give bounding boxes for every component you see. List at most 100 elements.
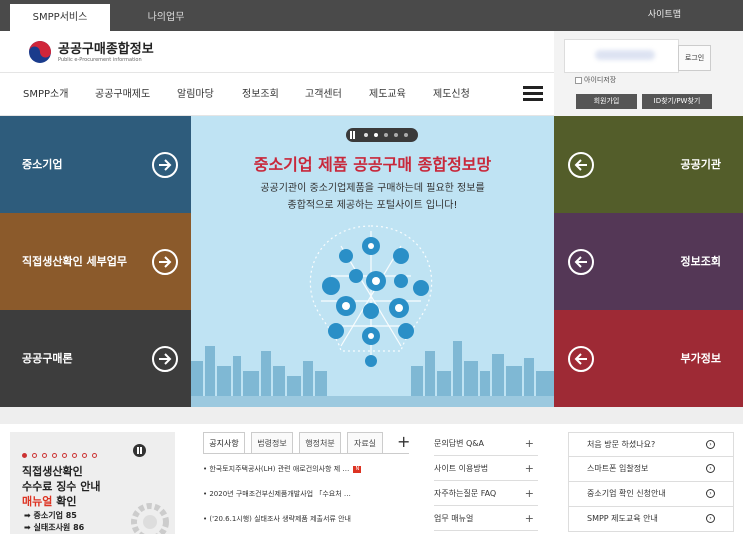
right-menu-info-search[interactable]: 정보조회 <box>554 213 743 310</box>
left-menu-direct-production[interactable]: 직접생산확인 세부업무 <box>0 213 191 310</box>
id-input[interactable] <box>564 39 679 73</box>
slide-dot[interactable] <box>364 133 368 137</box>
promo-slide-dots[interactable] <box>22 448 102 461</box>
plus-icon[interactable]: + <box>525 432 534 456</box>
faq-frequent-questions[interactable]: 자주하는질문 FAQ + <box>434 482 538 506</box>
nav-item-education[interactable]: 제도교육 <box>369 73 406 117</box>
find-id-pw-button[interactable]: ID찾기/PW찾기 <box>642 94 712 109</box>
join-button[interactable]: 회원가입 <box>576 94 637 109</box>
arrow-left-icon <box>568 346 594 372</box>
slide-dot[interactable] <box>404 133 408 137</box>
slide-dot[interactable] <box>62 453 67 458</box>
left-menu-label: 직접생산확인 세부업무 <box>22 255 128 268</box>
left-menu-label: 공공구매론 <box>22 352 73 365</box>
promo-small-line: ➡ 실태조사원 86 <box>24 523 85 532</box>
checkbox-icon[interactable] <box>575 76 582 84</box>
slide-dot[interactable] <box>32 453 37 458</box>
slide-controls[interactable] <box>346 128 418 142</box>
quick-link-label: 처음 방문 하셨나요? <box>587 440 656 449</box>
notice-item[interactable]: • ('20.6.1시행) 실태조사 생략제품 제출서류 안내 <box>203 514 351 524</box>
logo-title: 공공구매종합정보 <box>58 42 154 57</box>
tab-admin-action[interactable]: 행정처분 <box>299 432 341 454</box>
right-menu-label: 공공기관 <box>680 158 721 171</box>
quick-link-label: SMPP 제도교육 안내 <box>587 514 658 523</box>
promo-pause-icon[interactable] <box>133 444 146 457</box>
faq-work-manual[interactable]: 업무 매뉴얼 + <box>434 507 538 531</box>
left-menu-label: 중소기업 <box>22 158 63 171</box>
notice-more-icon[interactable]: + <box>397 432 410 451</box>
promo-banner[interactable]: 직접생산확인 수수료 징수 안내 매뉴얼 확인 ➡ 중소기업 85 ➡ 실태조사… <box>10 432 175 534</box>
nav-item-info-search[interactable]: 정보조회 <box>242 73 279 117</box>
faq-qna[interactable]: 문의답변 Q&A + <box>434 432 538 456</box>
slide-dot[interactable] <box>82 453 87 458</box>
notice-item-text: • 한국토지주택공사(LH) 관련 애로건의사항 제 … <box>203 465 350 473</box>
faq-label: 사이트 이용방법 <box>434 464 489 473</box>
slide-dot[interactable] <box>72 453 77 458</box>
quick-link-mobile-bid[interactable]: 스마트폰 입찰정보 › <box>568 457 734 482</box>
slide-dot[interactable] <box>374 133 378 137</box>
notice-board: 공지사항 법령정보 행정처분 자료실 + • 한국토지주택공사(LH) 관련 애… <box>203 432 410 534</box>
right-menu-label: 정보조회 <box>680 255 721 268</box>
slide-dot[interactable] <box>22 453 27 458</box>
notice-item[interactable]: • 2020년 구매조건부신제품개발사업 「수요처 … <box>203 489 351 499</box>
arrow-left-icon <box>568 249 594 275</box>
slide-dot[interactable] <box>42 453 47 458</box>
banner-desc-line: 종합적으로 제공하는 포털사이트 입니다! <box>287 200 458 211</box>
faq-site-guide[interactable]: 사이트 이용방법 + <box>434 457 538 481</box>
plus-icon[interactable]: + <box>525 482 534 506</box>
quick-link-first-visit[interactable]: 처음 방문 하셨나요? › <box>568 432 734 457</box>
slide-dot[interactable] <box>92 453 97 458</box>
quick-link-sme-confirm[interactable]: 중소기업 확인 신청안내 › <box>568 482 734 507</box>
left-menu-public-procurement[interactable]: 공공구매론 <box>0 310 191 407</box>
slide-dot[interactable] <box>52 453 57 458</box>
chevron-right-icon: › <box>706 514 715 523</box>
plus-icon[interactable]: + <box>525 507 534 531</box>
nav-item-smpp-intro[interactable]: SMPP소개 <box>23 73 68 117</box>
save-id-checkbox[interactable]: 아이디저장 <box>575 75 616 85</box>
gear-icon <box>131 503 169 534</box>
divider <box>203 453 409 454</box>
nav-item-procurement-system[interactable]: 공공구매제도 <box>95 73 150 117</box>
right-menu-public-institution[interactable]: 공공기관 <box>554 116 743 213</box>
site-logo[interactable]: 공공구매종합정보 Public e-Procurement informatio… <box>28 38 178 68</box>
main-banner: 중소기업 제품 공공구매 종합정보망 공공기관이 중소기업제품을 구매하는데 필… <box>191 116 554 407</box>
tab-law-info[interactable]: 법령정보 <box>251 432 293 454</box>
quick-link-education[interactable]: SMPP 제도교육 안내 › <box>568 507 734 532</box>
tab-library[interactable]: 자료실 <box>347 432 383 454</box>
tab-my-work[interactable]: 나의업무 <box>116 4 216 31</box>
password-input[interactable] <box>595 50 655 60</box>
hamburger-menu-icon[interactable] <box>523 86 543 102</box>
slide-dot[interactable] <box>394 133 398 137</box>
chevron-right-icon: › <box>706 440 715 449</box>
save-id-label: 아이디저장 <box>584 76 617 84</box>
quick-link-label: 중소기업 확인 신청안내 <box>587 489 666 498</box>
faq-label: 업무 매뉴얼 <box>434 514 474 523</box>
sitemap-link[interactable]: 사이트맵 <box>648 0 681 31</box>
arrow-right-icon <box>152 346 178 372</box>
plus-icon[interactable]: + <box>525 457 534 481</box>
nav-item-notice[interactable]: 알림마당 <box>177 73 214 117</box>
faq-label: 문의답변 Q&A <box>434 439 484 448</box>
promo-line: 직접생산확인 <box>22 465 83 478</box>
tab-notice[interactable]: 공지사항 <box>203 432 245 454</box>
promo-manual-rest: 확인 <box>52 495 77 508</box>
arrow-left-icon <box>568 152 594 178</box>
login-button[interactable]: 로그인 <box>678 45 711 71</box>
notice-item[interactable]: • 한국토지주택공사(LH) 관련 애로건의사항 제 … N <box>203 464 362 474</box>
nav-item-customer-center[interactable]: 고객센터 <box>305 73 342 117</box>
tab-smpp-service[interactable]: SMPP서비스 <box>10 4 110 31</box>
nav-item-application[interactable]: 제도신청 <box>433 73 470 117</box>
logo-subtitle: Public e-Procurement information <box>58 57 142 63</box>
slide-dot[interactable] <box>384 133 388 137</box>
banner-desc-line: 공공기관이 중소기업제품을 구매하는데 필요한 정보를 <box>260 183 485 194</box>
main-navigation: SMPP소개 공공구매제도 알림마당 정보조회 고객센터 제도교육 제도신청 <box>0 72 554 116</box>
taegeuk-logo-icon <box>29 41 51 63</box>
banner-description: 공공기관이 중소기업제품을 구매하는데 필요한 정보를 종합적으로 제공하는 포… <box>231 180 514 214</box>
city-skyline-icon <box>191 341 554 407</box>
arrow-right-icon <box>152 249 178 275</box>
login-panel: 로그인 아이디저장 회원가입 ID찾기/PW찾기 <box>554 31 743 116</box>
pause-icon[interactable] <box>350 131 352 139</box>
left-menu-small-business[interactable]: 중소기업 <box>0 116 191 213</box>
right-menu-additional-info[interactable]: 부가정보 <box>554 310 743 407</box>
right-menu-label: 부가정보 <box>680 352 721 365</box>
